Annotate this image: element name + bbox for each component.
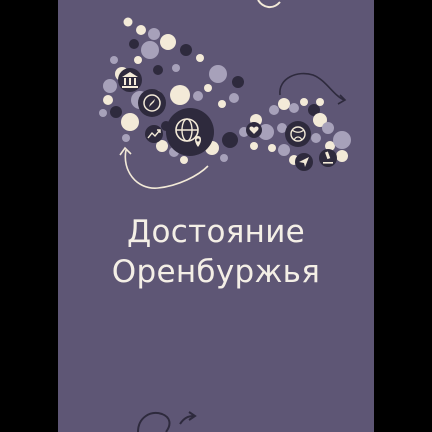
- curved-arrow-right-decoration: [279, 72, 347, 105]
- top-arc-decoration: [257, 0, 281, 8]
- decorative-bubble-map: [99, 0, 351, 189]
- heart-icon: [246, 122, 262, 138]
- ball-icon: [285, 121, 311, 147]
- splash-panel: Достояние Оренбуржья: [58, 0, 374, 432]
- museum-icon: [118, 68, 142, 92]
- app-title-line-2: Оренбуржья: [111, 254, 321, 290]
- app-title-line-1: Достояние: [126, 214, 306, 250]
- app-title: Достояние Оренбуржья: [58, 212, 374, 292]
- microscope-icon: [319, 149, 337, 167]
- trend-icon: [145, 125, 163, 143]
- bottom-arrow-decoration: [137, 411, 197, 432]
- globe-location-icon: [166, 108, 214, 156]
- compass-icon: [138, 89, 166, 117]
- app-screen: Достояние Оренбуржья: [0, 0, 432, 432]
- navigation-icon: [295, 153, 313, 171]
